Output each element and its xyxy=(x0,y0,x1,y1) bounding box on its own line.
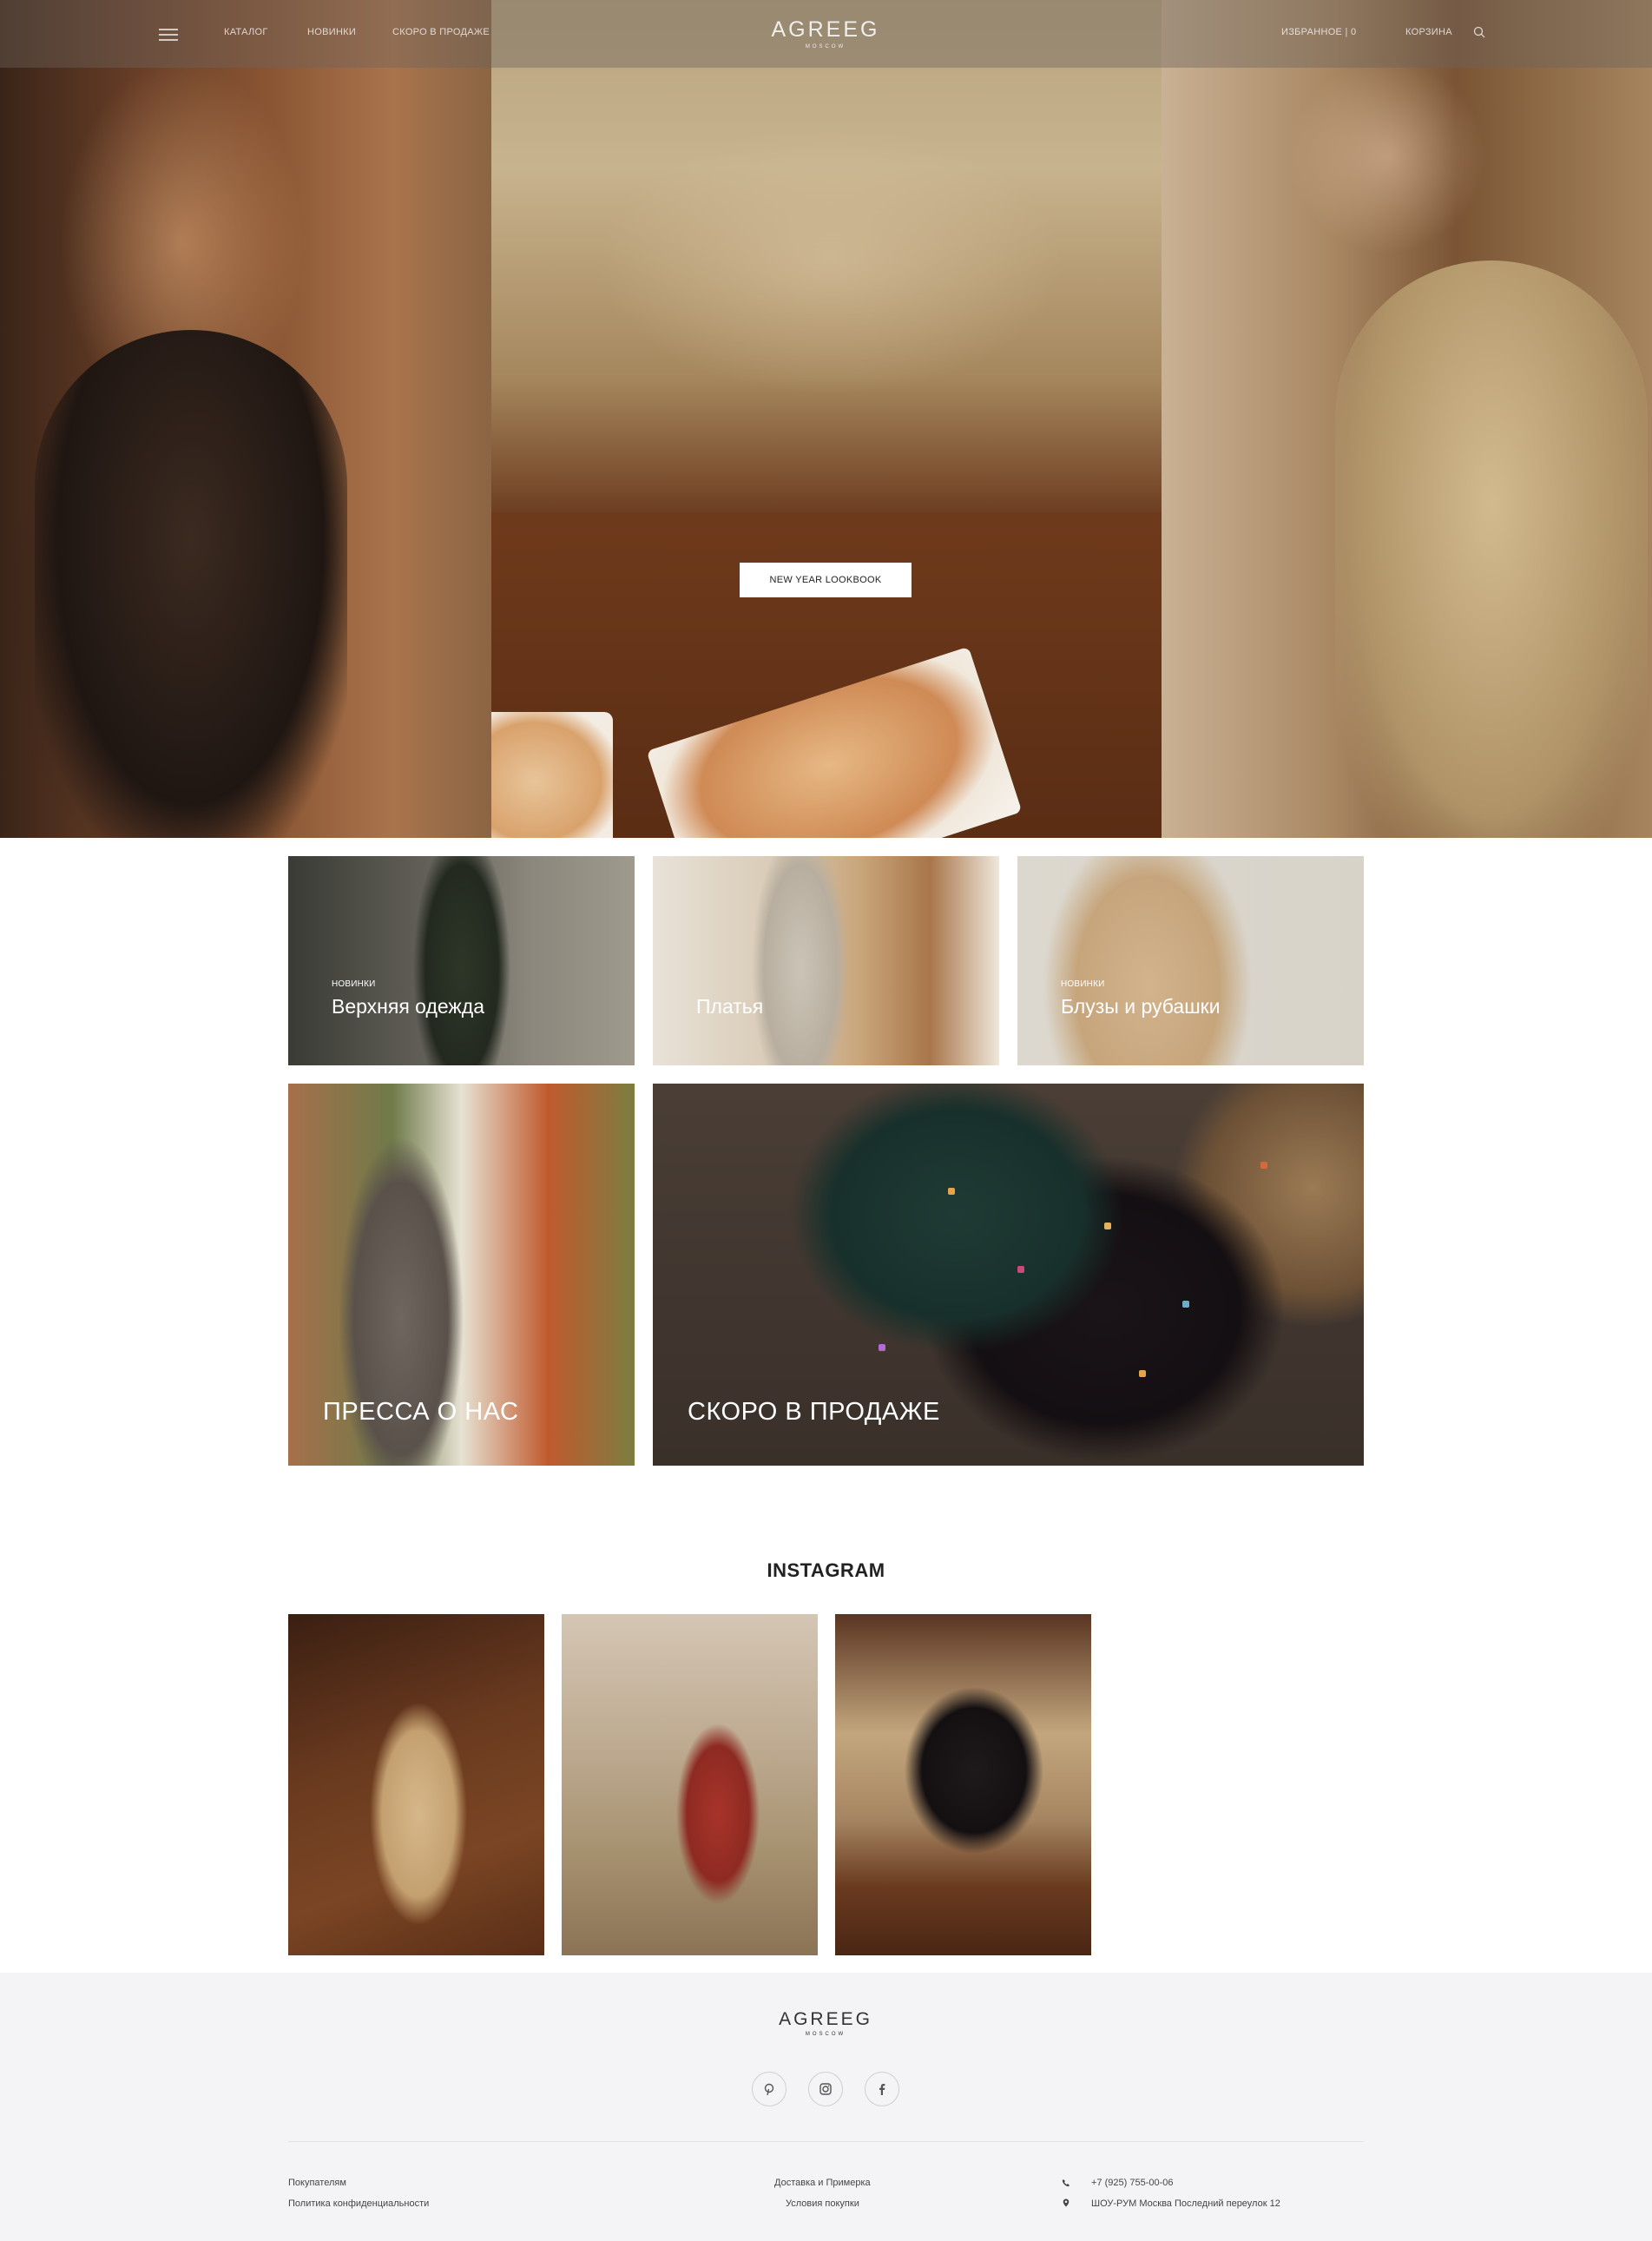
confetti xyxy=(948,1188,955,1195)
burger-menu-icon[interactable] xyxy=(159,29,178,41)
pizza-box-left xyxy=(491,712,613,838)
category-blouses[interactable]: НОВИНКИ Блузы и рубашки xyxy=(1017,856,1364,1065)
instagram-post[interactable] xyxy=(562,1614,818,1955)
confetti xyxy=(1182,1301,1189,1308)
pinterest-icon[interactable] xyxy=(752,2072,787,2106)
press-title: ПРЕССА О НАС xyxy=(323,1398,519,1426)
coming-soon-title: СКОРО В ПРОДАЖЕ xyxy=(688,1398,940,1426)
instagram-heading: INSTAGRAM xyxy=(767,1559,885,1581)
instagram-post[interactable] xyxy=(288,1614,544,1955)
nav-catalog[interactable]: КАТАЛОГ xyxy=(224,27,268,37)
category-tag: НОВИНКИ xyxy=(332,979,376,989)
logo-text: AGREEG xyxy=(771,17,880,42)
logo-subtext: MOSCOW xyxy=(805,2032,846,2037)
nav-new[interactable]: НОВИНКИ xyxy=(307,27,356,37)
category-outerwear[interactable]: НОВИНКИ Верхняя одежда xyxy=(288,856,635,1065)
footer-link-customers[interactable]: Покупателям xyxy=(288,2178,346,2188)
confetti xyxy=(879,1344,885,1351)
facebook-icon[interactable] xyxy=(865,2072,899,2106)
brand-logo[interactable]: AGREEG MOSCOW xyxy=(739,17,912,49)
press-tile[interactable]: ПРЕССА О НАС xyxy=(288,1084,635,1466)
footer-link-delivery[interactable]: Доставка и Примерка xyxy=(774,2178,871,2188)
category-dresses[interactable]: Платья xyxy=(653,856,999,1065)
hero-image-right[interactable] xyxy=(1162,0,1652,838)
hero-image-center[interactable] xyxy=(491,0,1162,838)
confetti xyxy=(1260,1162,1267,1169)
confetti xyxy=(1139,1370,1146,1377)
nav-favorites[interactable]: ИЗБРАННОЕ | 0 xyxy=(1281,27,1356,37)
model-gold-dress xyxy=(1335,260,1648,838)
instagram-icon[interactable] xyxy=(808,2072,843,2106)
nav-coming-soon[interactable]: СКОРО В ПРОДАЖЕ xyxy=(392,27,490,37)
phone-icon xyxy=(1062,2179,1070,2187)
hero-image-left[interactable] xyxy=(0,0,491,838)
category-title: Блузы и рубашки xyxy=(1061,995,1221,1018)
category-title: Платья xyxy=(696,995,764,1018)
nav-cart[interactable]: КОРЗИНА xyxy=(1405,27,1452,37)
search-icon[interactable] xyxy=(1473,26,1485,38)
confetti xyxy=(1017,1266,1024,1273)
logo-subtext: MOSCOW xyxy=(805,44,846,49)
model-sequin-dress xyxy=(35,330,347,838)
confetti xyxy=(1104,1223,1111,1229)
footer-link-terms[interactable]: Условия покупки xyxy=(786,2198,859,2209)
footer-link-privacy[interactable]: Политика конфиденциальности xyxy=(288,2198,429,2209)
footer-address: ШОУ-РУМ Москва Последний переулок 12 xyxy=(1091,2198,1280,2209)
category-tag: НОВИНКИ xyxy=(1061,979,1105,989)
category-title: Верхняя одежда xyxy=(332,995,485,1018)
instagram-post[interactable] xyxy=(835,1614,1091,1955)
footer-divider xyxy=(288,2141,1364,2142)
site-footer: AGREEG MOSCOW Покупателям Политика конфи… xyxy=(0,1973,1652,2241)
hero-banner: NEW YEAR LOOKBOOK xyxy=(0,0,1652,838)
top-navigation: КАТАЛОГ НОВИНКИ СКОРО В ПРОДАЖЕ AGREEG M… xyxy=(0,0,1652,68)
logo-text: AGREEG xyxy=(779,2009,872,2029)
footer-logo[interactable]: AGREEG MOSCOW xyxy=(739,2009,912,2037)
coming-soon-tile[interactable]: СКОРО В ПРОДАЖЕ xyxy=(653,1084,1364,1466)
location-pin-icon xyxy=(1063,2198,1070,2207)
lookbook-button[interactable]: NEW YEAR LOOKBOOK xyxy=(740,563,912,597)
footer-phone[interactable]: +7 (925) 755-00-06 xyxy=(1091,2178,1173,2188)
